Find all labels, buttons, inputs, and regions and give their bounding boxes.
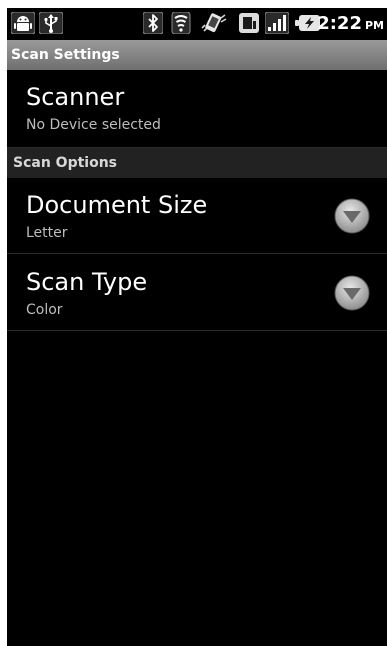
wifi-icon xyxy=(171,12,191,34)
vibrate-icon xyxy=(201,13,227,33)
signal-icon xyxy=(265,12,289,34)
document-size-title: Document Size xyxy=(26,191,208,219)
usb-icon xyxy=(39,12,63,34)
dropdown-arrow-icon[interactable] xyxy=(334,198,370,234)
scanner-summary: No Device selected xyxy=(26,117,161,133)
scanner-preference[interactable]: Scanner No Device selected xyxy=(7,70,387,148)
dropdown-arrow-icon[interactable] xyxy=(334,275,370,311)
sim-icon xyxy=(239,13,259,33)
scan-type-title: Scan Type xyxy=(26,268,148,296)
status-bar: 2:22 PM xyxy=(7,8,387,40)
scan-options-header: Scan Options xyxy=(7,148,387,178)
scan-type-summary: Color xyxy=(26,302,63,318)
status-time-ampm: PM xyxy=(364,19,384,32)
document-size-preference[interactable]: Document Size Letter xyxy=(7,178,387,254)
title-bar: Scan Settings xyxy=(7,40,387,70)
page-title: Scan Settings xyxy=(11,47,120,63)
scan-type-preference[interactable]: Scan Type Color xyxy=(7,255,387,331)
bluetooth-icon xyxy=(143,12,163,34)
scanner-title: Scanner xyxy=(26,83,125,111)
phone-screen: 2:22 PM Scan Settings Scanner No Device s… xyxy=(7,8,387,646)
status-time: 2:22 PM xyxy=(317,12,384,38)
android-debug-icon xyxy=(11,12,35,34)
document-size-summary: Letter xyxy=(26,225,68,241)
status-time-value: 2:22 xyxy=(317,13,362,34)
scan-options-header-label: Scan Options xyxy=(13,155,118,171)
